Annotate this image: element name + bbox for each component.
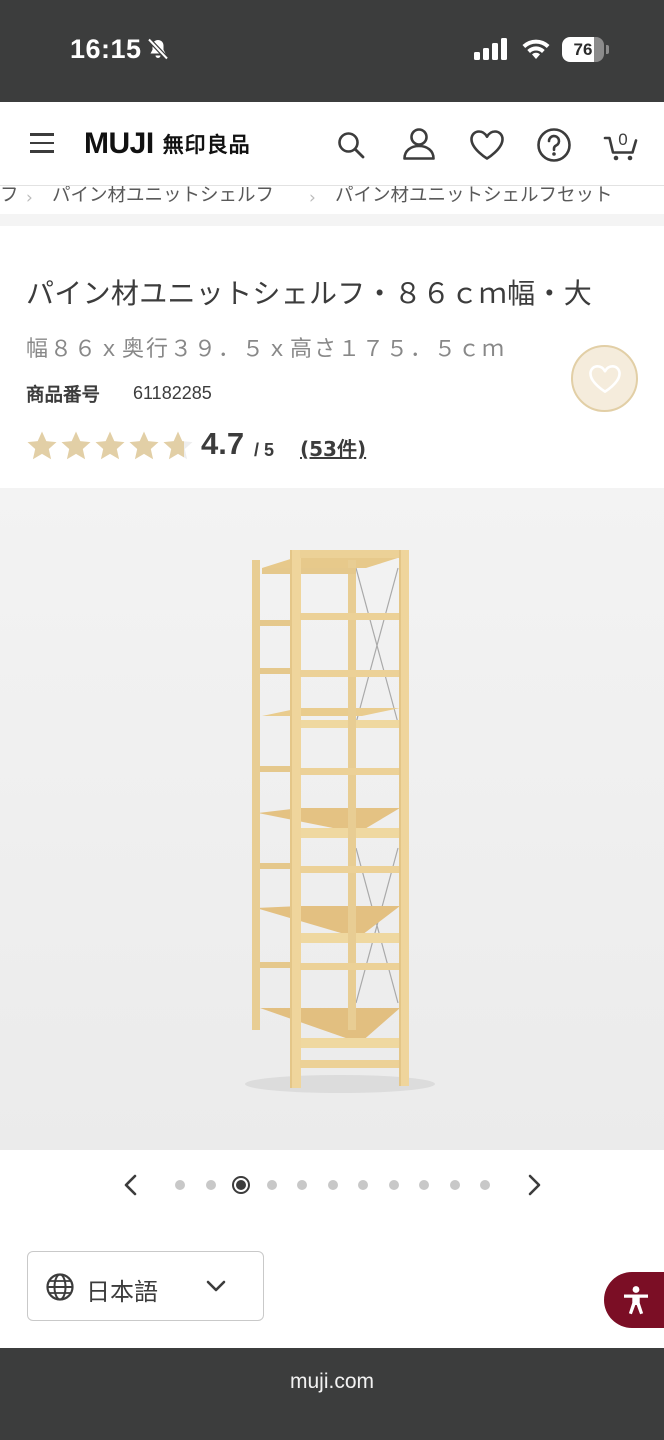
carousel-dot[interactable]: [232, 1176, 250, 1194]
accessibility-button[interactable]: [604, 1272, 664, 1328]
help-icon[interactable]: [536, 127, 572, 163]
star-icon: [27, 431, 57, 460]
cart-icon[interactable]: 0: [603, 124, 641, 164]
status-time: 16:15: [70, 34, 142, 64]
review-count-link[interactable]: (53件): [300, 433, 366, 462]
chevron-right-icon: ›: [309, 188, 316, 208]
chevron-right-icon: ›: [26, 188, 33, 208]
rating-score: 4.7: [201, 426, 245, 461]
product-info: パイン材ユニットシェルフ・８６ｃｍ幅・大 幅８６ｘ奥行３９．５ｘ高さ１７５．５ｃ…: [0, 226, 664, 488]
star-icon: [129, 431, 159, 460]
product-title: パイン材ユニットシェルフ・８６ｃｍ幅・大: [26, 277, 593, 310]
breadcrumb-item[interactable]: パイン材ユニットシェルフ: [52, 186, 274, 206]
star-icon: [163, 431, 193, 460]
product-code-label: 商品番号: [26, 385, 101, 406]
heart-icon: [588, 364, 621, 393]
star-icon: [95, 431, 125, 460]
product-dimensions: 幅８６ｘ奥行３９．５ｘ高さ１７５．５ｃｍ: [26, 337, 507, 362]
breadcrumb-item[interactable]: フ: [0, 186, 19, 206]
globe-icon: [46, 1273, 74, 1301]
language-label: 日本語: [86, 1278, 158, 1306]
carousel-dot[interactable]: [388, 1180, 399, 1190]
carousel-dot[interactable]: [327, 1180, 338, 1190]
menu-icon[interactable]: [30, 133, 54, 155]
product-image: [0, 488, 664, 1150]
chevron-right-icon[interactable]: [520, 1170, 548, 1200]
carousel-navigation: [0, 1150, 664, 1220]
bell-muted-icon: [147, 37, 169, 61]
chevron-left-icon[interactable]: [118, 1170, 146, 1200]
url-text: muji.com: [289, 1370, 374, 1393]
carousel-dot[interactable]: [449, 1180, 460, 1190]
language-select[interactable]: 日本語: [27, 1251, 264, 1321]
battery-percent: 76: [573, 40, 593, 59]
breadcrumb-item[interactable]: パイン材ユニットシェルフセット: [335, 186, 613, 206]
carousel-dot[interactable]: [205, 1180, 216, 1190]
product-code-value: 61182285: [133, 383, 212, 403]
star-rating: [26, 430, 194, 461]
battery-indicator: 76: [562, 37, 609, 62]
site-header: MUJI 無印良品 0: [0, 102, 664, 186]
add-to-favorites-button[interactable]: [571, 345, 638, 412]
search-icon[interactable]: [336, 130, 366, 160]
carousel-dot[interactable]: [419, 1180, 429, 1190]
logo-jp: 無印良品: [162, 133, 251, 157]
section-divider: [0, 214, 664, 226]
rating-max: / 5: [254, 440, 275, 460]
account-icon[interactable]: [402, 127, 436, 161]
favorites-icon[interactable]: [469, 129, 505, 161]
carousel-dot[interactable]: [175, 1180, 185, 1190]
star-icon: [61, 431, 91, 460]
wifi-icon: [522, 39, 550, 59]
cart-count: 0: [618, 130, 627, 149]
carousel-dot[interactable]: [266, 1180, 277, 1190]
carousel-dot[interactable]: [358, 1180, 368, 1190]
carousel-dot[interactable]: [480, 1180, 490, 1190]
product-image-gallery[interactable]: [0, 488, 664, 1150]
logo-latin: MUJI: [84, 127, 154, 160]
accessibility-icon: [624, 1286, 648, 1315]
carousel-dot[interactable]: [297, 1180, 307, 1190]
signal-icon: [474, 38, 507, 60]
chevron-down-icon: [206, 1280, 226, 1292]
status-bar: 16:15 76: [0, 0, 664, 102]
browser-url-bar[interactable]: muji.com: [0, 1348, 664, 1440]
muji-logo[interactable]: MUJI 無印良品: [84, 126, 251, 162]
